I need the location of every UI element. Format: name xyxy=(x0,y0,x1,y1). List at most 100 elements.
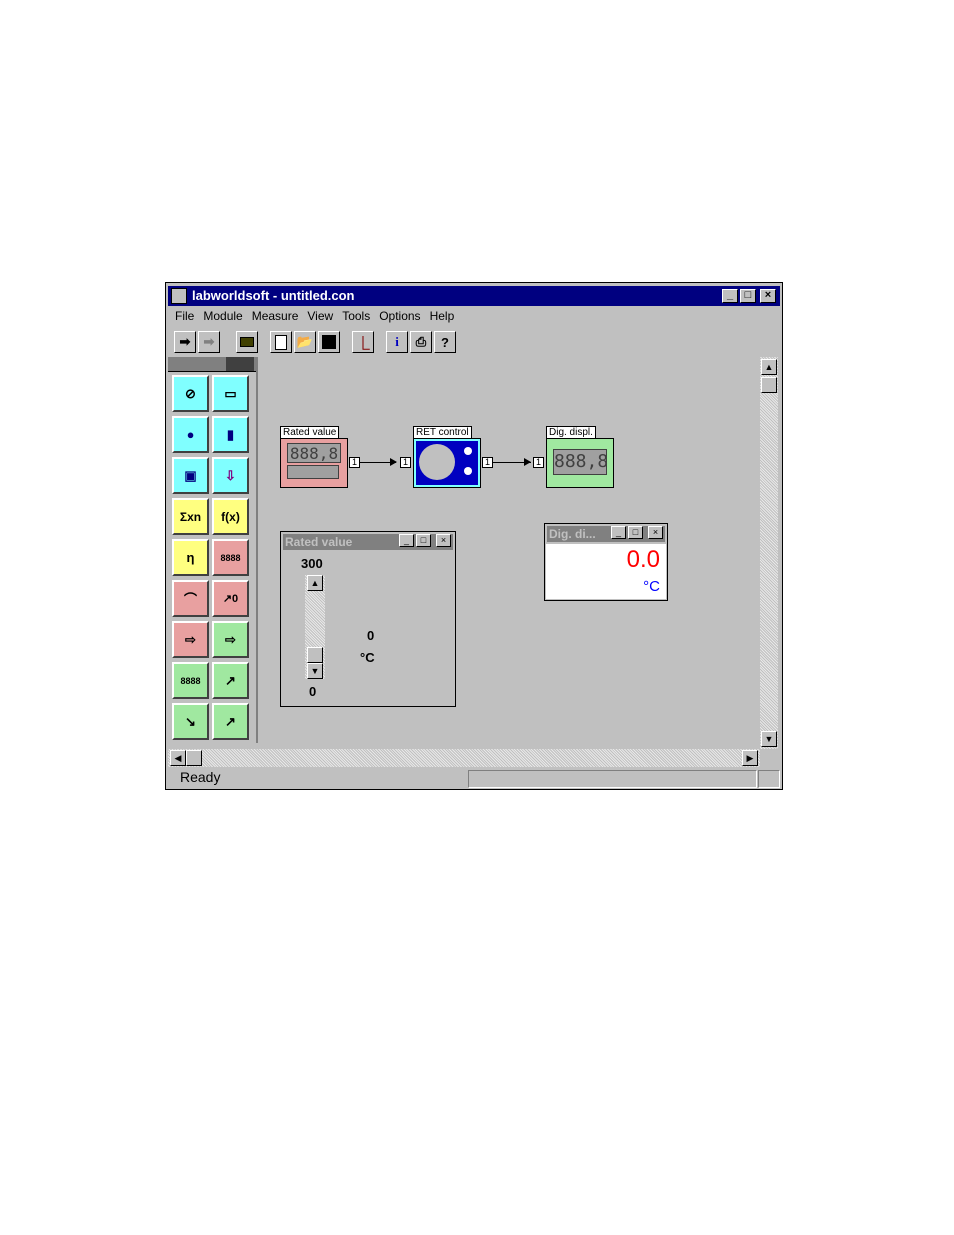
digital-display-icon: 8888 xyxy=(180,675,201,686)
minimize-button[interactable]: _ xyxy=(722,289,738,303)
palette-digital-display[interactable]: 8888 xyxy=(172,662,209,699)
scroll-right-button[interactable]: ▶ xyxy=(742,750,758,766)
menu-bar: File Module Measure View Tools Options H… xyxy=(172,309,460,327)
arrow-icon xyxy=(524,458,531,466)
meter-icon: ⊘ xyxy=(185,385,196,401)
palette-function[interactable]: f(x) xyxy=(212,498,249,535)
rated-value-output-port[interactable]: 1 xyxy=(349,457,360,468)
horizontal-scrollbar[interactable]: ◀ ▶ xyxy=(168,749,760,767)
import-icon: ⇨ xyxy=(225,631,236,647)
palette-device-2[interactable]: ▭ xyxy=(212,375,249,412)
new-button[interactable] xyxy=(270,331,292,353)
palette-ramp[interactable]: ⌒ xyxy=(172,580,209,617)
arrow-icon xyxy=(390,458,397,466)
dig-window-close-button[interactable]: × xyxy=(648,526,663,539)
rated-window-close-button[interactable]: × xyxy=(436,534,451,547)
module-palette: ⊘ ▭ ● ▮ ▣ ⇩ Σxn f(x) η 8888 ⌒ ↗0 ⇨ ⇨ 888… xyxy=(168,357,258,743)
palette-device-5[interactable]: ▣ xyxy=(172,457,209,494)
palette-formula[interactable]: η xyxy=(172,539,209,576)
palette-yt-plot[interactable]: ↗ xyxy=(212,662,249,699)
rated-window-minimize-button[interactable]: _ xyxy=(399,534,414,547)
dig-window-minimize-button[interactable]: _ xyxy=(611,526,626,539)
print-button[interactable]: ⎙ xyxy=(410,331,432,353)
title-bar[interactable]: labworldsoft - untitled.con _ □ × xyxy=(168,286,780,306)
xy-plot-icon: ↘ xyxy=(185,713,196,729)
knob-icon xyxy=(464,467,472,475)
ret-control-input-port[interactable]: 1 xyxy=(400,457,411,468)
workspace-canvas[interactable]: Rated value 888,8 1 RET control 1 1 Dig.… xyxy=(258,357,760,745)
horizontal-scroll-thumb[interactable] xyxy=(186,750,202,766)
palette-switch[interactable]: ↗0 xyxy=(212,580,249,617)
slider-up-arrow[interactable]: ▲ xyxy=(307,575,323,591)
scroll-left-button[interactable]: ◀ xyxy=(170,750,186,766)
help-icon: ? xyxy=(441,334,449,350)
chart-icon: ⎿ xyxy=(356,335,370,351)
dig-display-window-title: Dig. di... xyxy=(549,527,596,541)
palette-import[interactable]: ⇨ xyxy=(212,621,249,658)
vertical-scrollbar[interactable]: ▲ ▼ xyxy=(760,357,778,749)
maximize-button[interactable]: □ xyxy=(740,289,756,303)
export-icon: ⇨ xyxy=(185,631,196,647)
rated-value-readout: 0 xyxy=(367,628,375,643)
app-icon[interactable] xyxy=(171,288,187,304)
dig-display-value: 0.0 xyxy=(626,546,660,573)
device-button[interactable] xyxy=(236,331,258,353)
stirrer-icon: ● xyxy=(186,427,195,442)
palette-device-3[interactable]: ● xyxy=(172,416,209,453)
formula-icon: η xyxy=(186,550,195,565)
status-pane-small xyxy=(758,770,780,788)
scroll-up-button[interactable]: ▲ xyxy=(761,359,777,375)
palette-yt-offline[interactable]: ↗ xyxy=(212,703,249,740)
chart-button[interactable]: ⎿ xyxy=(352,331,374,353)
dig-window-maximize-button[interactable]: □ xyxy=(628,526,643,539)
rated-value-slider[interactable]: ▲ ▼ xyxy=(305,575,325,679)
menu-options[interactable]: Options xyxy=(376,309,426,327)
stop-button[interactable]: ➡ xyxy=(198,331,220,353)
open-button[interactable]: 📂 xyxy=(294,331,316,353)
dig-displ-module[interactable]: 888,8 xyxy=(546,438,614,488)
save-button[interactable] xyxy=(318,331,340,353)
rated-window-maximize-button[interactable]: □ xyxy=(416,534,431,547)
open-folder-icon: 📂 xyxy=(296,334,314,349)
palette-sum[interactable]: Σxn xyxy=(172,498,209,535)
dig-displ-input-port[interactable]: 1 xyxy=(533,457,544,468)
rated-value-lcd: 888,8 xyxy=(287,443,341,463)
dig-displ-lcd: 888,8 xyxy=(553,449,608,475)
menu-tools[interactable]: Tools xyxy=(339,309,376,327)
window-title: labworldsoft - untitled.con xyxy=(192,288,355,303)
menu-measure[interactable]: Measure xyxy=(249,309,305,327)
slider-thumb[interactable] xyxy=(307,647,323,663)
rated-unit-label: °C xyxy=(360,650,375,665)
info-button[interactable]: i xyxy=(386,331,408,353)
palette-export[interactable]: ⇨ xyxy=(172,621,209,658)
palette-device-1[interactable]: ⊘ xyxy=(172,375,209,412)
rated-value-slider-icon xyxy=(287,465,339,479)
save-icon xyxy=(322,335,336,349)
start-button[interactable]: ➡ xyxy=(174,331,196,353)
balance-icon: ⇩ xyxy=(225,467,236,483)
ramp-icon: ⌒ xyxy=(183,592,197,607)
menu-file[interactable]: File xyxy=(172,309,200,327)
rated-value-icon: 8888 xyxy=(220,552,241,563)
palette-device-6[interactable]: ⇩ xyxy=(212,457,249,494)
status-pane xyxy=(468,770,757,788)
close-button[interactable]: × xyxy=(760,289,776,303)
menu-module[interactable]: Module xyxy=(200,309,248,327)
palette-rated-value[interactable]: 8888 xyxy=(212,539,249,576)
menu-help[interactable]: Help xyxy=(427,309,461,327)
vertical-scroll-thumb[interactable] xyxy=(761,377,777,393)
device-icon xyxy=(240,337,254,347)
rated-value-module[interactable]: 888,8 xyxy=(280,438,348,488)
scroll-down-button[interactable]: ▼ xyxy=(761,731,777,747)
yt-offline-icon: ↗ xyxy=(225,713,236,729)
palette-xy-plot[interactable]: ↘ xyxy=(172,703,209,740)
knob-icon xyxy=(464,447,472,455)
menu-view[interactable]: View xyxy=(304,309,339,327)
dig-display-unit: °C xyxy=(643,578,660,595)
ret-control-module[interactable] xyxy=(413,438,481,488)
monitor-icon: ▭ xyxy=(224,385,237,401)
palette-device-4[interactable]: ▮ xyxy=(212,416,249,453)
ret-control-output-port[interactable]: 1 xyxy=(482,457,493,468)
help-button[interactable]: ? xyxy=(434,331,456,353)
slider-down-arrow[interactable]: ▼ xyxy=(307,663,323,679)
